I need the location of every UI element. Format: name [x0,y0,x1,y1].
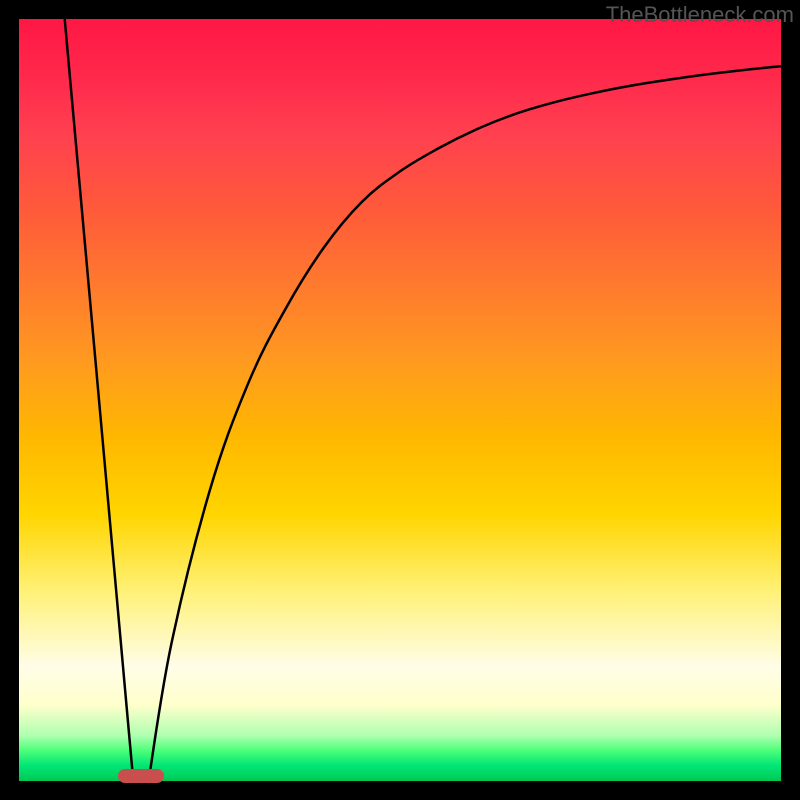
chart-container: TheBottleneck.com [0,0,800,800]
chart-left-line [65,19,134,781]
plot-area [19,19,781,781]
watermark-text: TheBottleneck.com [606,2,794,28]
bottleneck-marker [118,769,164,783]
chart-right-curve [149,66,782,781]
chart-svg [19,19,781,781]
